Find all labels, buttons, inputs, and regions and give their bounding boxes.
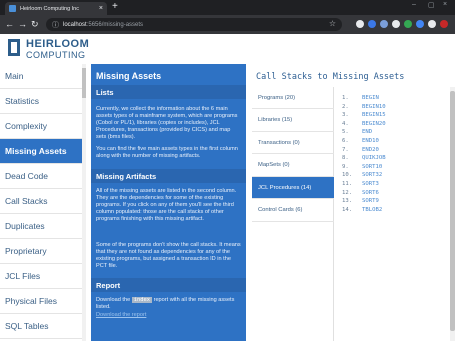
stack-item-name: BEGIN15 <box>362 112 386 119</box>
category-item[interactable]: Programs (20) <box>252 87 334 109</box>
browser-tab[interactable]: Heirloom Computing Inc × <box>5 2 107 15</box>
star-icon[interactable]: ☆ <box>329 19 336 28</box>
sidebar-scrollbar-thumb[interactable] <box>82 68 86 98</box>
artifacts-heading: Missing Artifacts <box>96 172 157 181</box>
category-list: Programs (20) Libraries (15) Transactions … <box>252 87 334 341</box>
back-icon[interactable]: ← <box>5 18 14 30</box>
stack-item-number: 13. <box>342 198 353 205</box>
heirloom-logo-icon <box>8 39 20 56</box>
sidebar-scrollbar[interactable] <box>82 64 86 341</box>
section-band <box>91 85 246 99</box>
stack-item-number: 11. <box>342 181 353 187</box>
sidebar-item-dead-code[interactable]: Dead Code <box>0 164 82 189</box>
logo-text: HEIRLOOM <box>26 38 90 50</box>
close-window-button[interactable]: × <box>443 1 447 8</box>
stack-item-number: 8. <box>342 155 349 162</box>
stack-item-name: SORT6 <box>362 189 379 196</box>
sidebar-item-complexity[interactable]: Complexity <box>0 114 82 139</box>
stack-item-number: 1. <box>342 95 349 101</box>
stack-item[interactable]: 14. TBLOB2 <box>342 207 382 216</box>
stack-item-name: SORT9 <box>362 198 379 205</box>
stack-item-name: SORT10 <box>362 163 383 170</box>
artifacts-paragraph-2: Some of the programs don't show the call… <box>96 242 241 269</box>
stack-item-name: END20 <box>362 146 379 153</box>
lists-heading: Lists <box>96 88 114 97</box>
extension-icon[interactable] <box>356 20 364 28</box>
stack-item-name: BEGIN20 <box>362 120 386 127</box>
report-paragraph: Download the index report with all the m… <box>96 297 242 311</box>
stack-item-number: 5. <box>342 129 349 136</box>
stack-item-number: 14. <box>342 206 353 213</box>
sidebar-item-call-stacks[interactable]: Call Stacks <box>0 189 82 214</box>
extension-icon[interactable] <box>368 20 376 28</box>
stack-item-name: TBLOB2 <box>362 206 383 213</box>
info-title: Missing Assets <box>96 71 162 81</box>
profile-avatar[interactable] <box>440 20 448 28</box>
extension-icon[interactable] <box>428 20 436 28</box>
address-bar[interactable]: ⓘ localhost :5656/missing-assets ☆ <box>46 18 342 31</box>
category-item[interactable]: JCL Procedures (14) <box>252 177 334 199</box>
stack-item-name: END <box>362 129 373 136</box>
maximize-button[interactable]: ▢ <box>428 1 435 9</box>
minimize-button[interactable]: – <box>412 1 416 8</box>
tab-title: Heirloom Computing Inc <box>20 5 79 12</box>
category-item[interactable]: Libraries (15) <box>252 110 334 132</box>
artifacts-paragraph-1: All of the missing assets are listed in … <box>96 188 237 222</box>
callstacks-title: Call Stacks to Missing Assets <box>256 72 405 82</box>
extension-icon[interactable] <box>380 20 388 28</box>
url-path: :5656/missing-assets <box>86 21 144 28</box>
stack-item-name: BEGIN10 <box>362 103 386 110</box>
browser-tab-bar: Heirloom Computing Inc × + – ▢ × <box>0 0 455 15</box>
forward-icon[interactable]: → <box>18 18 27 30</box>
sidebar-nav: Main Statistics Complexity Missing Assets De… <box>0 64 86 341</box>
sidebar-item-physical-files[interactable]: Physical Files <box>0 289 82 314</box>
info-icon[interactable]: ⓘ <box>52 20 59 30</box>
stack-item-number: 9. <box>342 163 349 170</box>
report-code: index <box>131 297 153 303</box>
stack-item-number: 3. <box>342 112 349 119</box>
lists-paragraph-1: Currently, we collect the information ab… <box>96 106 238 140</box>
stack-item-number: 10. <box>342 172 353 179</box>
browser-toolbar: ← → ↻ ⓘ localhost :5656/missing-assets ☆ <box>0 15 455 34</box>
tab-close-icon[interactable]: × <box>99 5 103 12</box>
favicon-icon <box>9 5 16 12</box>
new-tab-button[interactable]: + <box>112 1 118 13</box>
url-host: localhost <box>63 21 87 28</box>
sidebar-item-duplicates[interactable]: Duplicates <box>0 214 82 239</box>
stack-item-number: 6. <box>342 138 349 144</box>
info-panel: Missing Assets Lists Currently, we colle… <box>91 64 246 341</box>
reload-icon[interactable]: ↻ <box>31 18 39 30</box>
download-report-link[interactable]: Download the report <box>96 312 146 318</box>
stack-item-name: BEGIN <box>362 95 379 101</box>
category-item[interactable]: MapSets (0) <box>252 155 334 177</box>
sidebar-item-statistics[interactable]: Statistics <box>0 89 82 114</box>
report-heading: Report <box>96 281 121 290</box>
stack-list: 1. BEGIN 2. BEGIN10 3. BEGIN15 4. BEGIN20 5. END 6… <box>336 87 450 341</box>
extension-icon[interactable] <box>392 20 400 28</box>
category-item[interactable]: Transactions (0) <box>252 132 334 154</box>
stack-item-name: SORT3 <box>362 181 379 187</box>
category-item[interactable]: Control Cards (6) <box>252 200 334 222</box>
sidebar-item-missing-assets[interactable]: Missing Assets <box>0 139 82 164</box>
sidebar-item-proprietary[interactable]: Proprietary <box>0 239 82 264</box>
report-text-pre: Download the <box>96 297 131 303</box>
lists-paragraph-2: You can find the five main assets types … <box>96 146 238 159</box>
sidebar-item-jcl-files[interactable]: JCL Files <box>0 264 82 289</box>
stack-item-number: 12. <box>342 189 353 196</box>
stack-item-name: END10 <box>362 138 379 144</box>
sidebar-item-sql-tables[interactable]: SQL Tables <box>0 314 82 339</box>
stack-item-name: SORT32 <box>362 172 383 179</box>
stack-item-name: QUIKJOB <box>362 155 386 162</box>
stack-item-number: 2. <box>342 103 349 110</box>
stack-item-number: 7. <box>342 146 349 153</box>
app-header: HEIRLOOM COMPUTING <box>0 34 455 64</box>
extension-icon[interactable] <box>416 20 424 28</box>
extension-icon[interactable] <box>404 20 412 28</box>
stack-item-number: 4. <box>342 120 349 127</box>
sidebar-item-main[interactable]: Main <box>0 64 82 89</box>
page-scrollbar-thumb[interactable] <box>450 91 455 331</box>
logo-subtext: COMPUTING <box>26 50 86 60</box>
